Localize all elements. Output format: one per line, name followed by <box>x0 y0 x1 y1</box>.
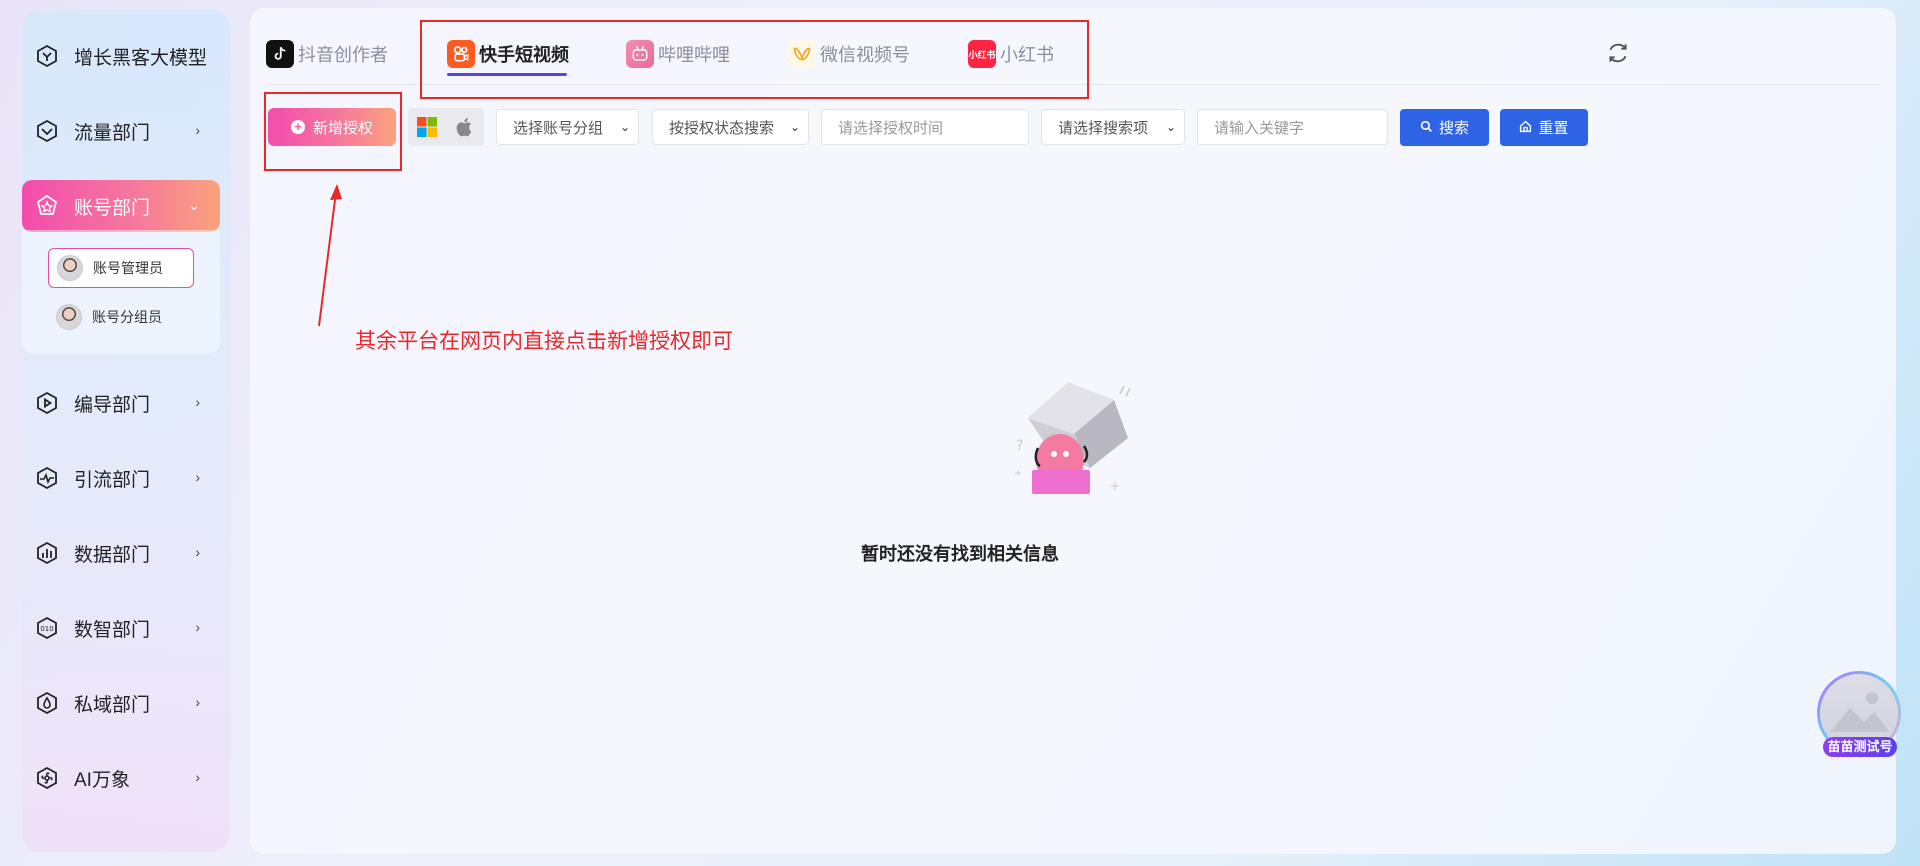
home-icon <box>1519 120 1532 136</box>
keyword-input[interactable]: 请输入关键字 <box>1197 109 1388 145</box>
os-toggle <box>408 108 484 146</box>
chevron-right-icon: › <box>195 469 200 485</box>
submenu-item-account-admin[interactable]: 账号管理员 <box>48 248 194 288</box>
sidebar-item-ai[interactable]: AI万象 › <box>22 752 220 804</box>
sidebar-item-traffic[interactable]: 流量部门 › <box>22 105 220 157</box>
chevron-down-icon: ⌄ <box>619 120 630 134</box>
sidebar-item-label: 账号部门 <box>74 197 151 219</box>
apple-icon[interactable] <box>446 108 484 146</box>
sidebar: 增长黑客大模型 流量部门 › 账号部门 ⌄ 账号管理员 账号分组员 编导部门 › <box>22 10 230 852</box>
sidebar-item-label: 私域部门 <box>74 694 151 716</box>
annotation-note: 其余平台在网页内直接点击新增授权即可 <box>355 330 733 353</box>
sidebar-item-label: 流量部门 <box>74 122 151 144</box>
chevron-down-icon: ⌄ <box>1165 120 1176 134</box>
windows-icon[interactable] <box>408 108 446 146</box>
svg-text:010: 010 <box>40 625 53 633</box>
chevron-right-icon: › <box>195 619 200 635</box>
sidebar-item-label: 数智部门 <box>74 619 151 641</box>
chevron-down-icon: ⌄ <box>188 197 200 213</box>
account-submenu: 账号管理员 账号分组员 <box>22 230 220 354</box>
play-hexagon-icon <box>34 390 60 416</box>
add-button-highlight-box <box>264 92 402 171</box>
heart-shield-icon <box>34 118 60 144</box>
svg-text:?: ? <box>1016 438 1023 454</box>
search-item-select[interactable]: 请选择搜索项 ⌄ <box>1041 109 1185 145</box>
tiktok-icon <box>266 40 294 68</box>
sidebar-item-private[interactable]: 私域部门 › <box>22 677 220 729</box>
auth-time-input[interactable]: 请选择授权时间 <box>821 109 1029 145</box>
chevron-down-icon: ⌄ <box>789 120 800 134</box>
sidebar-item-label: 引流部门 <box>74 469 151 491</box>
pentagon-star-icon <box>34 193 60 219</box>
sidebar-item-smart-data[interactable]: 010 数智部门 › <box>22 602 220 654</box>
sidebar-item-account[interactable]: 账号部门 ⌄ <box>22 180 220 232</box>
avatar <box>57 255 83 281</box>
tabs-highlight-box <box>420 20 1089 99</box>
reset-button[interactable]: 重置 <box>1500 109 1588 146</box>
drop-icon <box>34 690 60 716</box>
empty-state-message: 暂时还没有找到相关信息 <box>861 544 1059 564</box>
empty-box-illustration: ? + + <box>1014 382 1131 494</box>
floating-account-label: 苗苗测试号 <box>1823 737 1897 757</box>
chevron-right-icon: › <box>195 394 200 410</box>
select-value: 选择账号分组 <box>513 119 604 137</box>
hexagon-icon <box>34 43 60 69</box>
sidebar-item-label: 编导部门 <box>74 394 151 416</box>
submenu-item-label: 账号分组员 <box>92 309 162 325</box>
submenu-item-label: 账号管理员 <box>93 260 163 276</box>
sidebar-item-lead-gen[interactable]: 引流部门 › <box>22 452 220 504</box>
sidebar-item-label: 增长黑客大模型 <box>74 47 208 69</box>
annotation-arrow-icon <box>318 184 342 327</box>
fan-icon <box>34 765 60 791</box>
sidebar-item-director[interactable]: 编导部门 › <box>22 377 220 429</box>
select-value: 请选择搜索项 <box>1058 119 1149 137</box>
avatar <box>56 304 82 330</box>
submenu-item-account-grouper[interactable]: 账号分组员 <box>48 297 194 337</box>
input-placeholder: 请输入关键字 <box>1214 119 1305 137</box>
reset-label: 重置 <box>1538 120 1569 137</box>
search-button[interactable]: 搜索 <box>1400 109 1489 146</box>
search-label: 搜索 <box>1438 120 1469 137</box>
svg-text:+: + <box>1014 468 1022 479</box>
binary-icon: 010 <box>34 615 60 641</box>
account-group-select[interactable]: 选择账号分组 ⌄ <box>496 109 639 145</box>
chevron-right-icon: › <box>195 694 200 710</box>
auth-status-select[interactable]: 按授权状态搜索 ⌄ <box>652 109 809 145</box>
sidebar-item-label: AI万象 <box>74 769 130 791</box>
pulse-icon <box>34 465 60 491</box>
tab-label: 抖音创作者 <box>298 45 388 65</box>
svg-text:+: + <box>1110 479 1120 493</box>
sidebar-item-growth-model[interactable]: 增长黑客大模型 <box>22 30 220 82</box>
chevron-right-icon: › <box>195 769 200 785</box>
refresh-icon[interactable] <box>1605 40 1631 66</box>
chevron-right-icon: › <box>195 122 200 138</box>
search-icon <box>1420 120 1433 136</box>
input-placeholder: 请选择授权时间 <box>838 119 944 137</box>
tab-douyin[interactable]: 抖音创作者 <box>266 40 388 68</box>
select-value: 按授权状态搜索 <box>669 119 775 137</box>
